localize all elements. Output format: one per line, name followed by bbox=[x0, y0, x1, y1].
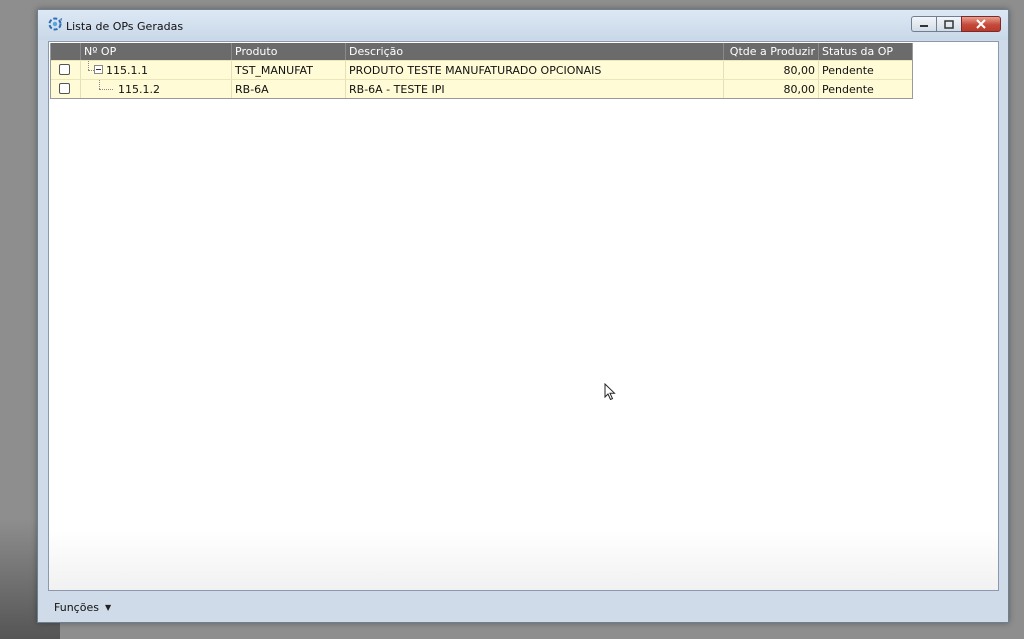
table-row[interactable]: 115.1.1 TST_MANUFAT PRODUTO TESTE MANUFA… bbox=[51, 60, 912, 79]
row-checkbox[interactable] bbox=[59, 83, 70, 94]
header-status[interactable]: Status da OP bbox=[819, 43, 912, 60]
title-bar[interactable]: Lista de OPs Geradas bbox=[38, 10, 1008, 40]
header-select[interactable] bbox=[51, 43, 81, 60]
collapse-icon[interactable] bbox=[94, 65, 103, 74]
window-title: Lista de OPs Geradas bbox=[66, 20, 184, 33]
restore-icon bbox=[944, 19, 954, 29]
header-qtde[interactable]: Qtde a Produzir bbox=[724, 43, 819, 60]
close-icon bbox=[976, 19, 986, 29]
descricao-cell: RB-6A - TESTE IPI bbox=[346, 80, 724, 98]
close-button[interactable] bbox=[961, 16, 1001, 32]
minimize-icon bbox=[920, 25, 928, 27]
status-cell: Pendente bbox=[822, 83, 874, 96]
restore-button[interactable] bbox=[936, 16, 961, 32]
header-nop[interactable]: Nº OP bbox=[81, 43, 232, 60]
op-cell: 115.1.1 bbox=[81, 61, 232, 79]
produto-cell: TST_MANUFAT bbox=[232, 61, 346, 79]
status-cell: Pendente bbox=[822, 64, 874, 77]
qtde-cell: 80,00 bbox=[724, 61, 819, 79]
tree-line bbox=[99, 89, 113, 90]
minimize-button[interactable] bbox=[911, 16, 936, 32]
tree-line bbox=[99, 80, 100, 89]
descricao-cell: PRODUTO TESTE MANUFATURADO OPCIONAIS bbox=[346, 61, 724, 79]
client-area: Nº OP Produto Descrição Qtde a Produzir … bbox=[48, 41, 999, 591]
gear-refresh-icon bbox=[47, 16, 63, 32]
header-produto[interactable]: Produto bbox=[232, 43, 346, 60]
op-cell: 115.1.2 bbox=[81, 80, 232, 98]
grid-header: Nº OP Produto Descrição Qtde a Produzir … bbox=[51, 43, 912, 60]
footer-bar: Funções ▼ bbox=[48, 593, 999, 617]
ops-grid: Nº OP Produto Descrição Qtde a Produzir … bbox=[50, 43, 913, 99]
table-row[interactable]: 115.1.2 RB-6A RB-6A - TESTE IPI 80,00 Pe… bbox=[51, 79, 912, 98]
qtde-cell: 80,00 bbox=[724, 80, 819, 98]
header-descricao[interactable]: Descrição bbox=[346, 43, 724, 60]
funcoes-label: Funções bbox=[54, 600, 99, 614]
op-number: 115.1.2 bbox=[118, 83, 160, 96]
row-select-cell bbox=[51, 80, 81, 98]
caret-down-icon: ▼ bbox=[104, 602, 112, 612]
op-number: 115.1.1 bbox=[106, 64, 148, 77]
funcoes-dropdown[interactable]: Funções ▼ bbox=[52, 598, 113, 616]
tree-line bbox=[88, 61, 89, 70]
mouse-pointer-icon bbox=[604, 383, 616, 401]
app-window: Lista de OPs Geradas Nº OP Produto Descr… bbox=[37, 9, 1009, 623]
client-fade bbox=[49, 530, 998, 590]
row-select-cell bbox=[51, 61, 81, 79]
produto-cell: RB-6A bbox=[232, 80, 346, 98]
window-controls bbox=[911, 16, 1001, 34]
row-checkbox[interactable] bbox=[59, 64, 70, 75]
